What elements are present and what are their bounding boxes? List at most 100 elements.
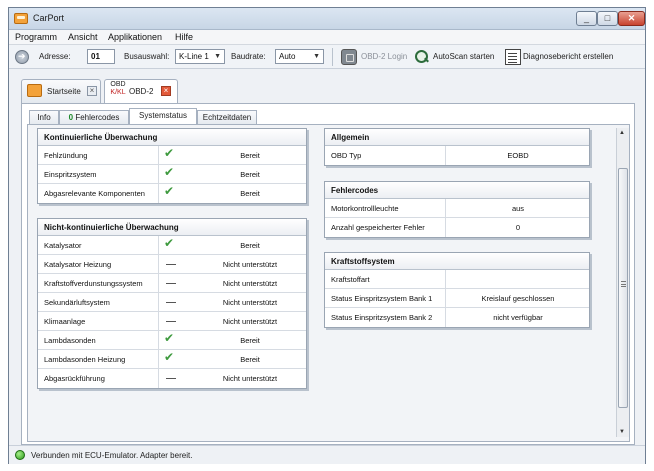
scroll-down-icon[interactable]: ▼ — [619, 429, 625, 435]
column-divider — [158, 312, 159, 331]
tab-echtzeitdaten[interactable]: Echtzeitdaten — [197, 110, 257, 125]
column-divider — [158, 369, 159, 388]
obd-login-button[interactable]: OBD-2 Login — [361, 52, 407, 61]
column-divider — [445, 199, 446, 218]
scroll-thumb[interactable] — [618, 168, 628, 408]
scroll-up-icon[interactable]: ▲ — [619, 130, 625, 136]
minimize-button[interactable]: _ — [576, 11, 597, 26]
property-value: Kreislauf geschlossen — [481, 294, 555, 303]
property-value: EOBD — [507, 151, 529, 160]
monitor-status: Nicht unterstützt — [222, 317, 278, 326]
column-divider — [158, 236, 159, 255]
table-row: Katalysator Heizung Nicht unterstützt — [38, 255, 306, 274]
column-divider — [445, 289, 446, 308]
report-icon[interactable] — [505, 49, 521, 65]
column-divider — [445, 146, 446, 165]
toolbar: Adresse: 01 Busauswahl: K-Line 1 ▼ Baudr… — [9, 45, 645, 69]
check-icon — [164, 350, 177, 365]
table-row: Anzahl gespeicherter Fehler 0 — [325, 218, 589, 237]
toolbar-separator — [332, 48, 333, 66]
window-title: CarPort — [33, 13, 65, 23]
monitor-status: Bereit — [240, 151, 260, 160]
baudrate-value: Auto — [279, 52, 296, 61]
monitor-name: Fehlzündung — [44, 151, 88, 160]
property-value: nicht verfügbar — [493, 313, 543, 322]
property-name: OBD Typ — [331, 151, 362, 160]
fehler-count-badge: 0 — [68, 113, 74, 122]
busauswahl-value: K-Line 1 — [179, 52, 209, 61]
adresse-label: Adresse: — [39, 52, 71, 61]
busauswahl-label: Busauswahl: — [124, 52, 170, 61]
document-tabs: Startseite × OBD K/KL OBD-2 × — [9, 69, 645, 104]
table-row: Lambdasonden Heizung Bereit — [38, 350, 306, 369]
baudrate-label: Baudrate: — [231, 52, 266, 61]
property-name: Kraftstoffart — [331, 275, 370, 284]
fehlercodes-group: Fehlercodes Motorkontrollleuchte aus Anzah… — [324, 181, 590, 238]
dash-icon — [166, 283, 176, 284]
column-divider — [158, 146, 159, 165]
menu-hilfe[interactable]: Hilfe — [175, 32, 193, 42]
table-row: Kraftstoffverdunstungssystem Nicht unters… — [38, 274, 306, 293]
monitor-name: Lambdasonden — [44, 336, 96, 345]
tab-systemstatus[interactable]: Systemstatus — [129, 108, 197, 125]
monitor-name: Katalysator Heizung — [44, 260, 112, 269]
table-row: Abgasrückführung Nicht unterstützt — [38, 369, 306, 388]
obd-login-icon[interactable] — [341, 49, 357, 65]
table-row: Motorkontrollleuchte aus — [325, 199, 589, 218]
check-icon — [164, 331, 177, 346]
check-icon — [164, 184, 177, 199]
monitor-status: Bereit — [240, 355, 260, 364]
monitor-name: Katalysator — [44, 241, 82, 250]
car-icon — [27, 84, 42, 97]
tab-startseite[interactable]: Startseite × — [21, 79, 101, 103]
check-icon — [164, 146, 177, 161]
table-row: Fehlzündung Bereit — [38, 146, 306, 165]
table-row: Sekundärluftsystem Nicht unterstützt — [38, 293, 306, 312]
tab-fehlercodes[interactable]: 0 Fehlercodes — [59, 110, 129, 125]
adresse-input[interactable]: 01 — [87, 49, 115, 64]
back-arrow-icon[interactable] — [15, 50, 29, 64]
dash-icon — [166, 321, 176, 322]
monitor-status: Bereit — [240, 170, 260, 179]
group-title: Allgemein — [325, 129, 589, 146]
baudrate-select[interactable]: Auto ▼ — [275, 49, 324, 64]
table-row: Klimaanlage Nicht unterstützt — [38, 312, 306, 331]
group-title: Kraftstoffsystem — [325, 253, 589, 270]
tab-obd2-label: OBD-2 — [129, 87, 154, 96]
tab-info[interactable]: Info — [29, 110, 59, 125]
tab-fehlercodes-label: Fehlercodes — [75, 113, 120, 122]
dash-icon — [166, 378, 176, 379]
property-name: Status Einspritzsystem Bank 2 — [331, 313, 433, 322]
monitor-name: Einspritzsystem — [44, 170, 97, 179]
close-button[interactable]: ✕ — [618, 11, 645, 26]
busauswahl-select[interactable]: K-Line 1 ▼ — [175, 49, 225, 64]
autoscan-icon[interactable] — [414, 49, 430, 65]
column-divider — [158, 331, 159, 350]
obd-icon-bottom: K/KL — [110, 89, 126, 96]
menu-programm[interactable]: Programm — [15, 32, 57, 42]
monitor-name: Abgasrückführung — [44, 374, 105, 383]
maximize-button[interactable]: □ — [597, 11, 618, 26]
tab-startseite-label: Startseite — [47, 87, 81, 96]
menu-applikationen[interactable]: Applikationen — [108, 32, 162, 42]
close-icon[interactable]: × — [161, 86, 171, 96]
obd-icon-top: OBD — [110, 81, 126, 88]
diagnosebericht-button[interactable]: Diagnosebericht erstellen — [523, 52, 613, 61]
autoscan-button[interactable]: AutoScan starten — [433, 52, 494, 61]
column-divider — [158, 350, 159, 369]
close-icon[interactable]: × — [87, 86, 97, 96]
column-divider — [158, 184, 159, 203]
monitor-name: Klimaanlage — [44, 317, 86, 326]
menu-ansicht[interactable]: Ansicht — [68, 32, 98, 42]
obd-icon: OBD K/KL — [109, 81, 127, 97]
check-icon — [164, 236, 177, 251]
column-divider — [445, 218, 446, 237]
vertical-scrollbar[interactable]: ▲ ▼ — [616, 128, 629, 437]
monitor-name: Sekundärluftsystem — [44, 298, 110, 307]
tab-obd2[interactable]: OBD K/KL OBD-2 × — [104, 79, 178, 104]
monitor-status: Nicht unterstützt — [222, 298, 278, 307]
chevron-down-icon: ▼ — [313, 53, 320, 60]
monitor-status: Bereit — [240, 336, 260, 345]
dash-icon — [166, 302, 176, 303]
table-row: Status Einspritzsystem Bank 2 nicht verfü… — [325, 308, 589, 327]
